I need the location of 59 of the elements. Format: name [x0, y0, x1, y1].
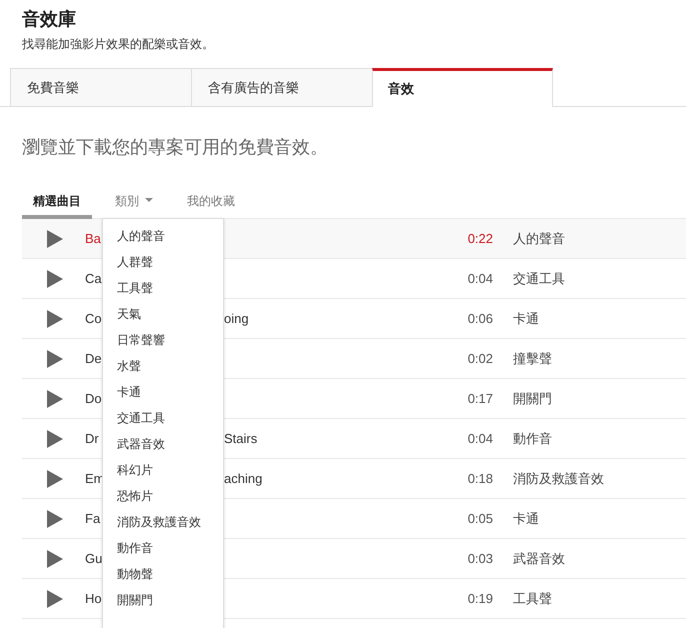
menu-item[interactable]: 卡通 — [103, 384, 141, 410]
track-title: Gu — [85, 550, 102, 568]
filter-tab[interactable]: 我的收藏 — [176, 189, 246, 219]
track-duration: 0:02 — [468, 350, 493, 368]
play-icon[interactable] — [47, 390, 63, 408]
track-category: 武器音效 — [513, 550, 565, 568]
play-icon[interactable] — [47, 590, 63, 608]
track-title: De — [85, 350, 102, 368]
track-category: 撞擊聲 — [513, 350, 552, 368]
track-category: 人的聲音 — [513, 230, 565, 248]
menu-item[interactable]: 開關門 — [103, 592, 153, 618]
track-category: 卡通 — [513, 310, 539, 328]
category-dropdown[interactable]: 類別 — [104, 189, 164, 219]
track-title: Ba — [85, 230, 101, 248]
track-duration: 0:22 — [468, 230, 493, 248]
track-duration: 0:17 — [468, 390, 493, 408]
track-duration: 0:04 — [468, 430, 493, 448]
tab[interactable]: 音效 — [372, 68, 553, 107]
track-category: 工具聲 — [513, 590, 552, 608]
track-title: Dr — [85, 430, 99, 448]
track-title: aching — [224, 470, 262, 488]
play-icon[interactable] — [47, 270, 63, 288]
play-icon[interactable] — [47, 230, 63, 248]
track-duration: 0:06 — [468, 310, 493, 328]
menu-item[interactable]: 人的聲音 — [103, 228, 165, 254]
page-subtitle: 找尋能加強影片效果的配樂或音效。 — [22, 36, 214, 52]
play-icon[interactable] — [47, 430, 63, 448]
menu-item[interactable]: 科幻片 — [103, 462, 153, 488]
track-title: Fa — [85, 510, 100, 528]
menu-item[interactable]: 武器音效 — [103, 436, 165, 462]
play-icon[interactable] — [47, 550, 63, 568]
menu-item[interactable]: 動作音 — [103, 540, 153, 566]
track-category: 消防及救護音效 — [513, 470, 604, 488]
track-title: Do — [85, 390, 102, 408]
track-category: 動作音 — [513, 430, 552, 448]
menu-item[interactable]: 消防及救護音效 — [103, 514, 201, 540]
track-category: 卡通 — [513, 510, 539, 528]
track-title: Ca — [85, 270, 102, 288]
play-icon[interactable] — [47, 470, 63, 488]
track-category: 開關門 — [513, 390, 552, 408]
page-title: 音效庫 — [22, 8, 76, 30]
track-duration: 0:04 — [468, 270, 493, 288]
play-icon[interactable] — [47, 350, 63, 368]
track-duration: 0:03 — [468, 550, 493, 568]
track-duration: 0:18 — [468, 470, 493, 488]
track-category: 交通工具 — [513, 270, 565, 288]
menu-item[interactable]: 天氣 — [103, 306, 141, 332]
play-icon[interactable] — [47, 510, 63, 528]
caret-icon — [145, 198, 153, 202]
section-heading: 瀏覽並下載您的專案可用的免費音效。 — [22, 136, 328, 159]
track-title: Ho — [85, 590, 102, 608]
track-title: Co — [85, 310, 102, 328]
track-duration: 0:05 — [468, 510, 493, 528]
tab[interactable]: 含有廣告的音樂 — [191, 68, 372, 106]
tab[interactable]: 免費音樂 — [10, 68, 191, 106]
track-duration: 0:19 — [468, 590, 493, 608]
play-icon[interactable] — [47, 310, 63, 328]
track-title: Stairs — [224, 430, 258, 448]
track-title: oing — [224, 310, 249, 328]
